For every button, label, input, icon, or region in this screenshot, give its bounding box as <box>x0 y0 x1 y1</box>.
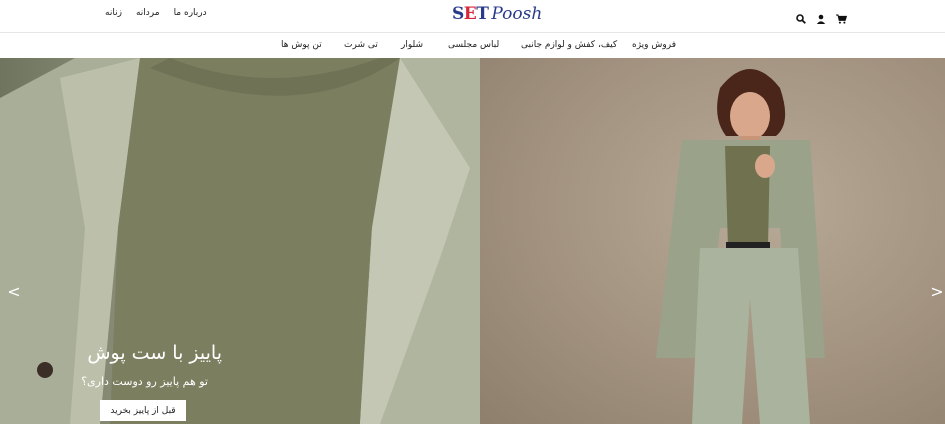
cart-icon[interactable] <box>836 9 848 24</box>
user-icon[interactable] <box>816 9 826 24</box>
prev-slide-arrow[interactable]: < <box>7 282 21 302</box>
hero-slider: < > پاییز با ست پوش تو هم پاییز رو دوست … <box>0 58 945 424</box>
hero-subtitle: تو هم پاییز رو دوست داری؟ <box>81 375 208 388</box>
main-nav: فروش ویژه کیف، کفش و لوازم جانبی لباس مج… <box>0 34 945 58</box>
header-icons <box>796 9 848 24</box>
nav-item-tshirts[interactable]: تی شرت <box>344 40 378 50</box>
women-link[interactable]: زنانه <box>105 8 122 18</box>
men-link[interactable]: مردانه <box>136 8 160 18</box>
nav-item-pants[interactable]: شلوار <box>401 40 423 50</box>
hero-image-left <box>0 58 480 424</box>
search-icon[interactable] <box>796 9 806 24</box>
nav-item-evening-dresses[interactable]: لباس مجلسی <box>448 40 499 50</box>
about-link[interactable]: درباره ما <box>174 8 207 18</box>
hero-image-right <box>480 58 945 424</box>
nav-item-special-sale[interactable]: فروش ویژه <box>632 40 676 50</box>
top-links: درباره ما مردانه زنانه <box>105 8 207 18</box>
logo-mark: SET <box>452 4 489 24</box>
next-slide-arrow[interactable]: > <box>930 282 944 302</box>
hero-title: پاییز با ست پوش <box>87 342 222 364</box>
site-logo[interactable]: SET Poosh <box>452 4 542 26</box>
top-header: درباره ما مردانه زنانه SET Poosh <box>0 0 945 33</box>
nav-item-bags-shoes-accessories[interactable]: کیف، کفش و لوازم جانبی <box>521 40 617 50</box>
logo-wordmark: Poosh <box>491 4 543 24</box>
nav-item-outerwear[interactable]: تن پوش ها <box>281 40 322 50</box>
shop-before-autumn-button[interactable]: قبل از پاییز بخرید <box>100 400 186 421</box>
